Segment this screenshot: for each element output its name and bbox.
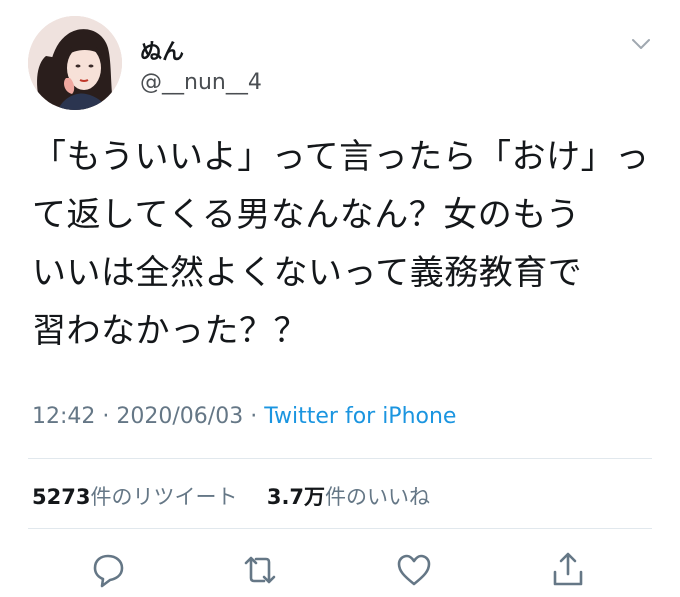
retweet-button[interactable] <box>238 548 282 592</box>
chevron-down-icon[interactable] <box>630 37 652 51</box>
divider <box>28 458 652 459</box>
like-button[interactable] <box>392 548 436 592</box>
action-bar <box>0 548 680 592</box>
tweet-text: 「もういいよ」って言ったら「おけ」っ て返してくる男なんなん？女のもう いいは全… <box>32 128 652 360</box>
tweet-date[interactable]: 2020/06/03 <box>116 404 243 429</box>
retweet-icon <box>244 556 276 584</box>
tweet-source-link[interactable]: Twitter for iPhone <box>264 404 456 429</box>
share-icon <box>553 552 583 586</box>
meta-separator: · <box>102 404 110 429</box>
heart-icon <box>397 554 431 586</box>
reply-button[interactable] <box>86 548 130 592</box>
tweet-line: て返してくる男なんなん？女のもう <box>32 195 581 235</box>
likes-stat[interactable]: 3.7万件のいいね <box>267 485 430 509</box>
avatar[interactable] <box>28 16 122 110</box>
profile-illustration-icon <box>28 16 122 110</box>
tweet-line: 習わなかった？？ <box>32 311 308 351</box>
user-handle[interactable]: @__nun__4 <box>140 70 262 95</box>
tweet-time[interactable]: 12:42 <box>32 404 95 429</box>
retweets-count: 5273 <box>32 485 91 509</box>
divider <box>28 528 652 529</box>
tweet-line: いいは全然よくないって義務教育で <box>32 253 583 293</box>
display-name[interactable]: ぬん <box>140 34 184 66</box>
reply-icon <box>93 554 124 588</box>
retweets-stat[interactable]: 5273件のリツイート <box>32 485 237 509</box>
meta-separator: · <box>250 404 258 429</box>
tweet-meta: 12:42 · 2020/06/03 · Twitter for iPhone <box>32 404 456 429</box>
tweet-line: 「もういいよ」って言ったら「おけ」っ <box>32 137 650 177</box>
share-button[interactable] <box>546 548 590 592</box>
tweet-stats: 5273件のリツイート 3.7万件のいいね <box>32 481 430 511</box>
retweets-label: 件のリツイート <box>90 485 238 509</box>
likes-count: 3.7万 <box>266 485 326 509</box>
likes-label: 件のいいね <box>325 485 431 509</box>
